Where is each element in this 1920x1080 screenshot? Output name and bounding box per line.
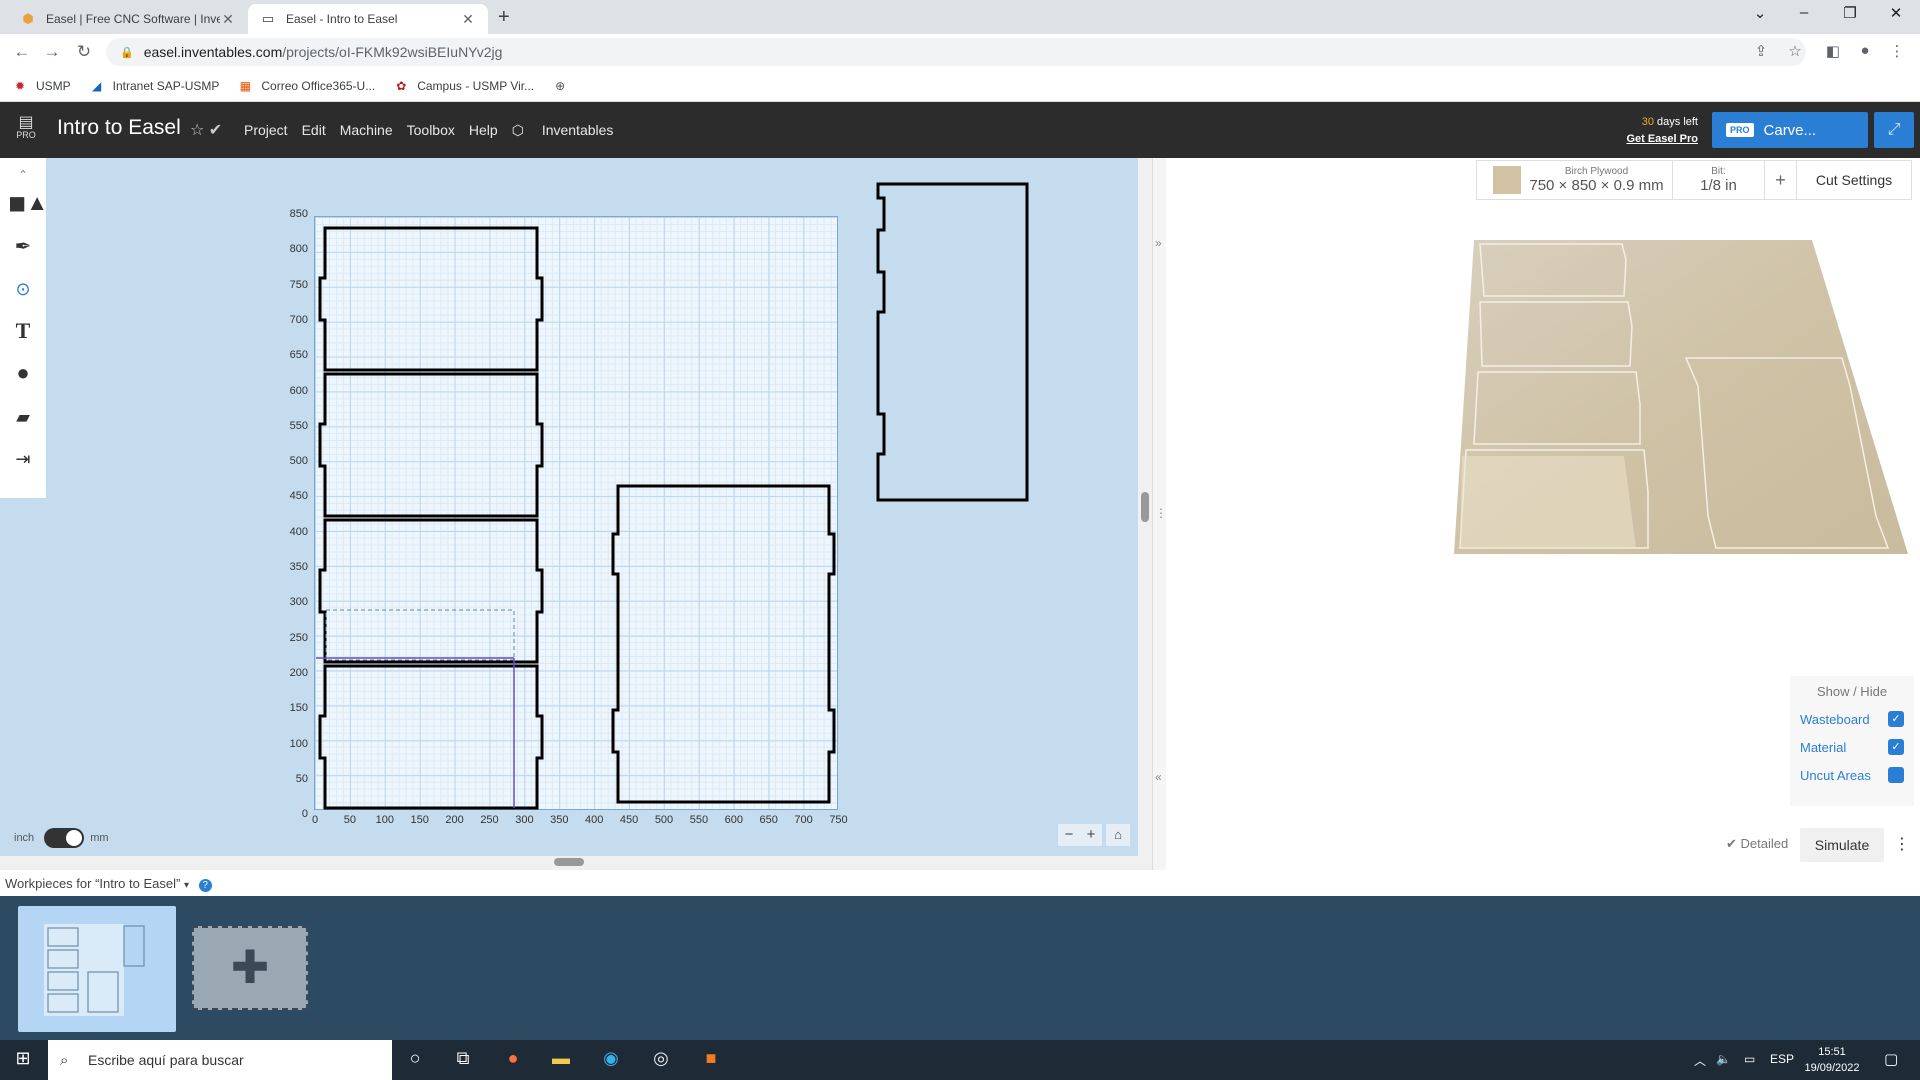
panel-divider[interactable]: » ⋮ « [1152, 158, 1167, 870]
zoom-out-icon[interactable]: − [1058, 824, 1080, 846]
tray-chevron-icon[interactable]: ︿ [1694, 1052, 1706, 1069]
task-view-icon[interactable]: ⧉ [448, 1048, 478, 1069]
checkbox-checked-icon[interactable]: ✓ [1888, 711, 1904, 727]
detailed-toggle[interactable]: ✔ Detailed [1726, 836, 1788, 852]
unit-toggle[interactable]: inch mm [14, 828, 109, 848]
collapse-left-icon[interactable]: « [1155, 770, 1162, 784]
fusion360-icon[interactable]: ■ [696, 1048, 726, 1069]
trial-notice: 30 days left Get Easel Pro [1620, 116, 1698, 145]
box-panel-outline[interactable] [318, 226, 544, 372]
profile-icon[interactable]: ● [1854, 42, 1876, 59]
add-bit-icon[interactable]: + [1765, 161, 1797, 199]
material-name: Birch Plywood [1564, 166, 1629, 177]
checkbox-checked-icon[interactable]: ✓ [1888, 739, 1904, 755]
network-icon[interactable]: ▭ [1744, 1052, 1755, 1066]
toggle-material[interactable]: Material ✓ [1790, 739, 1914, 755]
bit-label: Bit: [1711, 166, 1726, 177]
material-dimensions: 750 × 850 × 0.9 mm [1529, 177, 1664, 194]
notifications-icon[interactable]: ▢ [1884, 1050, 1898, 1068]
edge-icon[interactable]: ◉ [596, 1048, 626, 1069]
design-shapes [316, 182, 1029, 810]
cut-settings-button[interactable]: Cut Settings [1797, 161, 1911, 199]
toggle-uncut-areas[interactable]: Uncut Areas [1790, 767, 1914, 783]
firefox-icon[interactable]: ● [498, 1048, 528, 1069]
plus-icon: ✚ [230, 941, 270, 993]
chevron-down-icon[interactable]: ▾ [184, 880, 189, 891]
help-icon[interactable]: ? [198, 879, 212, 892]
bookmark-star-icon[interactable]: ☆ [1784, 42, 1806, 60]
carve-button[interactable]: PRO Carve... [1712, 112, 1868, 148]
tab-search-chevron-icon[interactable]: ⌄ [1740, 4, 1780, 22]
pro-badge: PRO [1726, 123, 1754, 137]
windows-start-icon[interactable]: ⊞ [8, 1048, 38, 1069]
restore-icon[interactable]: ❐ [1830, 4, 1870, 22]
collapse-right-icon[interactable]: » [1155, 236, 1162, 250]
side-panel-icon[interactable]: ◧ [1822, 42, 1844, 60]
simulate-button[interactable]: Simulate [1800, 828, 1884, 862]
windows-taskbar: ⊞ ⌕ Escribe aquí para buscar ○ ⧉ ● ▬ ◉ ◎… [0, 1040, 1920, 1080]
workpiece-thumbnail[interactable] [18, 906, 176, 1032]
zoom-in-icon[interactable]: + [1080, 824, 1102, 846]
chrome-icon[interactable]: ◎ [646, 1048, 676, 1069]
material-selector[interactable]: Birch Plywood 750 × 850 × 0.9 mm [1477, 161, 1673, 199]
unit-switch[interactable] [44, 828, 85, 848]
toggle-wasteboard[interactable]: Wasteboard ✓ [1790, 711, 1914, 727]
workpieces-header[interactable]: Workpieces for “Intro to Easel” ▾ ? [0, 870, 1920, 896]
checkbox-unchecked-icon[interactable] [1888, 767, 1904, 783]
bit-value: 1/8 in [1700, 177, 1737, 194]
search-icon: ⌕ [60, 1051, 69, 1069]
share-icon[interactable]: ⇪ [1750, 42, 1772, 60]
file-explorer-icon[interactable]: ▬ [546, 1048, 576, 1069]
add-workpiece-button[interactable]: ✚ [192, 926, 308, 1010]
trial-days: 30 [1641, 116, 1654, 128]
box-side-outline[interactable] [876, 182, 1029, 502]
expand-preview-icon[interactable]: ⤢ [1874, 112, 1914, 148]
browser-menu-icon[interactable]: ⋮ [1886, 42, 1908, 60]
horizontal-scroll-thumb[interactable] [554, 858, 584, 866]
home-icon[interactable]: ⌂ [1106, 824, 1130, 846]
material-bar: Birch Plywood 750 × 850 × 0.9 mm Bit: 1/… [1476, 160, 1912, 200]
taskbar-search[interactable]: ⌕ Escribe aquí para buscar [48, 1040, 392, 1080]
cortana-icon[interactable]: ○ [400, 1048, 430, 1069]
clock[interactable]: 15:51 19/09/2022 [1800, 1044, 1864, 1076]
minimize-icon[interactable]: – [1784, 4, 1824, 21]
vertical-scroll-thumb[interactable] [1141, 492, 1149, 522]
box-panel-outline[interactable] [318, 664, 544, 810]
get-easel-pro-link[interactable]: Get Easel Pro [1620, 133, 1698, 145]
box-panel-outline[interactable] [318, 518, 544, 664]
workpiece-preview [44, 924, 145, 1016]
box-panel-outline[interactable] [318, 372, 544, 518]
box-base-outline[interactable] [611, 484, 836, 804]
show-hide-title: Show / Hide [1816, 684, 1888, 699]
show-hide-panel: Show / Hide Wasteboard ✓ Material ✓ Uncu… [1790, 676, 1914, 806]
carve-label: Carve... [1763, 121, 1817, 139]
check-icon: ✔ [1726, 836, 1737, 851]
3d-preview[interactable] [1440, 236, 1920, 566]
selection-box [325, 609, 515, 661]
bit-selector[interactable]: Bit: 1/8 in [1673, 161, 1765, 199]
trial-suffix: days left [1653, 116, 1698, 128]
material-swatch [1493, 166, 1522, 194]
more-options-icon[interactable]: ⋮ [1890, 828, 1914, 862]
close-window-icon[interactable]: ✕ [1876, 4, 1916, 22]
volume-icon[interactable]: 🔈 [1716, 1052, 1731, 1066]
language-indicator[interactable]: ESP [1770, 1052, 1794, 1066]
